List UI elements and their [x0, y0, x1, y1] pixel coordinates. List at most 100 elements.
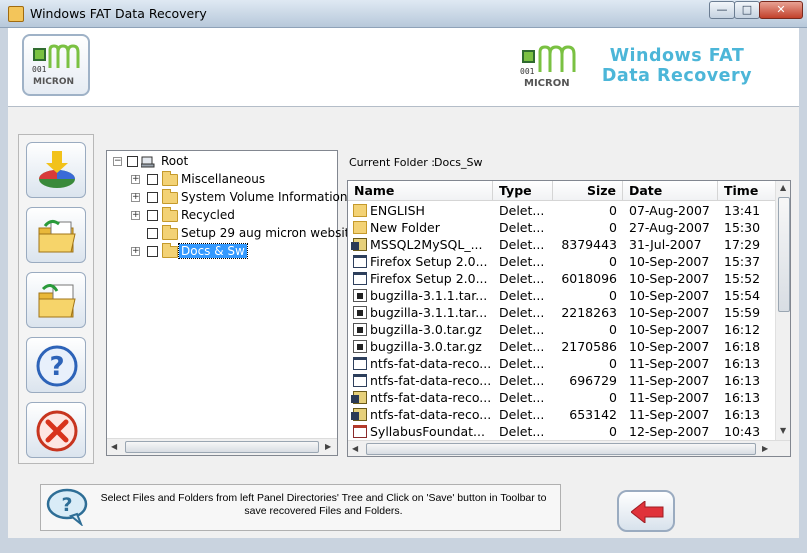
file-row[interactable]: SyllabusFoundat... Delet... 0 12-Sep-2007 10…	[348, 423, 776, 440]
scroll-left-icon[interactable]: ◀	[111, 442, 117, 451]
download-pie-icon	[39, 151, 75, 188]
maximize-button[interactable]: □	[734, 1, 760, 19]
question-icon: ?	[36, 345, 78, 387]
file-date-cell: 11-Sep-2007	[629, 407, 710, 422]
expand-icon[interactable]: +	[131, 193, 140, 202]
svg-text:MICRON: MICRON	[524, 78, 570, 88]
file-time-cell: 17:29	[724, 237, 761, 252]
file-date-cell: 27-Aug-2007	[629, 220, 710, 235]
file-size-cell: 0	[609, 424, 617, 439]
file-row[interactable]: ntfs-fat-data-reco... Delet... 0 11-Sep-200…	[348, 355, 776, 372]
minimize-button[interactable]: —	[709, 1, 735, 19]
folder-icon	[353, 221, 367, 234]
tree-checkbox[interactable]	[127, 156, 138, 167]
left-toolbar: ?	[18, 134, 94, 464]
file-row[interactable]: ENGLISH Delet... 0 07-Aug-2007 13:41	[348, 202, 776, 219]
file-row[interactable]: ntfs-fat-data-reco... Delet... 653142 11-Se…	[348, 406, 776, 423]
drive-icon	[141, 156, 155, 168]
file-size-cell: 2170586	[561, 339, 617, 354]
file-row[interactable]: Firefox Setup 2.0... Delet... 0 10-Sep-2007…	[348, 253, 776, 270]
file-type-cell: Delet...	[499, 356, 545, 371]
scroll-up-icon[interactable]: ▲	[780, 183, 786, 192]
file-name-cell: ntfs-fat-data-reco...	[370, 390, 492, 405]
tree-item[interactable]: Setup 29 aug micron website	[131, 225, 357, 243]
column-header-time[interactable]: Time	[718, 181, 776, 201]
file-name-cell: bugzilla-3.1.1.tar...	[370, 305, 488, 320]
file-date-cell: 10-Sep-2007	[629, 288, 710, 303]
scroll-right-icon[interactable]: ▶	[762, 444, 768, 453]
expand-icon[interactable]: +	[131, 175, 140, 184]
tree-checkbox[interactable]	[147, 210, 158, 221]
expand-icon[interactable]: +	[131, 211, 140, 220]
hint-text: Select Files and Folders from left Panel…	[100, 492, 547, 517]
file-row[interactable]: ntfs-fat-data-reco... Delet... 0 11-Sep-200…	[348, 389, 776, 406]
file-date-cell: 10-Sep-2007	[629, 271, 710, 286]
app-title-line2: Data Recovery	[601, 66, 753, 86]
file-row[interactable]: Firefox Setup 2.0... Delet... 6018096 10-Se…	[348, 270, 776, 287]
tree-checkbox[interactable]	[147, 174, 158, 185]
tree-root[interactable]: − Root	[113, 153, 333, 171]
back-button[interactable]	[617, 490, 675, 532]
expand-icon[interactable]: +	[131, 247, 140, 256]
tree-item[interactable]: + Miscellaneous	[131, 171, 336, 189]
scroll-thumb[interactable]	[125, 441, 319, 453]
scroll-thumb[interactable]	[778, 197, 790, 312]
column-header-size[interactable]: Size	[553, 181, 623, 201]
file-icon	[353, 340, 367, 353]
tree-checkbox[interactable]	[147, 192, 158, 203]
file-time-cell: 15:52	[724, 271, 761, 286]
file-row[interactable]: ntfs-fat-data-reco... Delet... 696729 11-Se…	[348, 372, 776, 389]
tree-item-selected[interactable]: + Docs & Sw	[131, 243, 336, 261]
file-time-cell: 16:13	[724, 407, 761, 422]
file-row[interactable]: bugzilla-3.1.1.tar... Delet... 0 10-Sep-200…	[348, 287, 776, 304]
browse-folder-button[interactable]	[26, 272, 86, 328]
directory-tree[interactable]: − Root + Miscellaneous + System Volume I…	[106, 150, 357, 456]
file-list-vertical-scrollbar[interactable]: ▲ ▼	[775, 181, 790, 441]
file-time-cell: 16:13	[724, 356, 761, 371]
file-icon	[353, 357, 367, 370]
folder-open-icon	[38, 219, 76, 253]
folder-arrow-icon	[38, 284, 76, 318]
file-row[interactable]: bugzilla-3.1.1.tar... Delet... 2218263 10-S…	[348, 304, 776, 321]
file-list[interactable]: Name Type Size Date Time ENGLISH Delet...…	[347, 180, 791, 457]
file-icon	[353, 289, 367, 302]
scroll-right-icon[interactable]: ▶	[325, 442, 331, 451]
file-date-cell: 10-Sep-2007	[629, 322, 710, 337]
file-date-cell: 10-Sep-2007	[629, 254, 710, 269]
file-type-cell: Delet...	[499, 373, 545, 388]
save-recovered-button[interactable]	[26, 142, 86, 198]
collapse-icon[interactable]: −	[113, 157, 122, 166]
svg-text:001: 001	[32, 65, 47, 74]
column-header-name[interactable]: Name	[348, 181, 493, 201]
scroll-left-icon[interactable]: ◀	[352, 444, 358, 453]
column-header-date[interactable]: Date	[623, 181, 718, 201]
tree-checkbox[interactable]	[147, 246, 158, 257]
micron-brand-logo: 001 MICRON	[520, 45, 576, 88]
svg-text:?: ?	[49, 352, 64, 382]
file-size-cell: 0	[609, 322, 617, 337]
exit-button[interactable]	[26, 402, 86, 458]
help-button[interactable]: ?	[26, 337, 86, 393]
file-row[interactable]: New Folder Delet... 0 27-Aug-2007 15:30	[348, 219, 776, 236]
tree-horizontal-scrollbar[interactable]: ◀ ▶	[107, 438, 337, 455]
scroll-thumb[interactable]	[366, 443, 756, 455]
window-title: Windows FAT Data Recovery	[30, 6, 207, 21]
file-name-cell: Firefox Setup 2.0...	[370, 254, 488, 269]
file-time-cell: 15:30	[724, 220, 761, 235]
tree-item[interactable]: + System Volume Information	[131, 189, 347, 207]
file-time-cell: 15:54	[724, 288, 761, 303]
file-row[interactable]: MSSQL2MySQL_... Delet... 8379443 31-Jul-200…	[348, 236, 776, 253]
scroll-down-icon[interactable]: ▼	[780, 426, 786, 435]
file-date-cell: 12-Sep-2007	[629, 424, 710, 439]
file-row[interactable]: bugzilla-3.0.tar.gz Delet... 2170586 10-Sep…	[348, 338, 776, 355]
file-time-cell: 16:18	[724, 339, 761, 354]
close-window-button[interactable]: ✕	[759, 1, 803, 19]
file-name-cell: ntfs-fat-data-reco...	[370, 356, 492, 371]
open-folder-button[interactable]	[26, 207, 86, 263]
file-list-horizontal-scrollbar[interactable]: ◀ ▶	[348, 440, 790, 456]
column-header-type[interactable]: Type	[493, 181, 553, 201]
file-row[interactable]: bugzilla-3.0.tar.gz Delet... 0 10-Sep-2007 1…	[348, 321, 776, 338]
svg-text:001: 001	[520, 67, 535, 76]
tree-checkbox[interactable]	[147, 228, 158, 239]
tree-item[interactable]: + Recycled	[131, 207, 336, 225]
